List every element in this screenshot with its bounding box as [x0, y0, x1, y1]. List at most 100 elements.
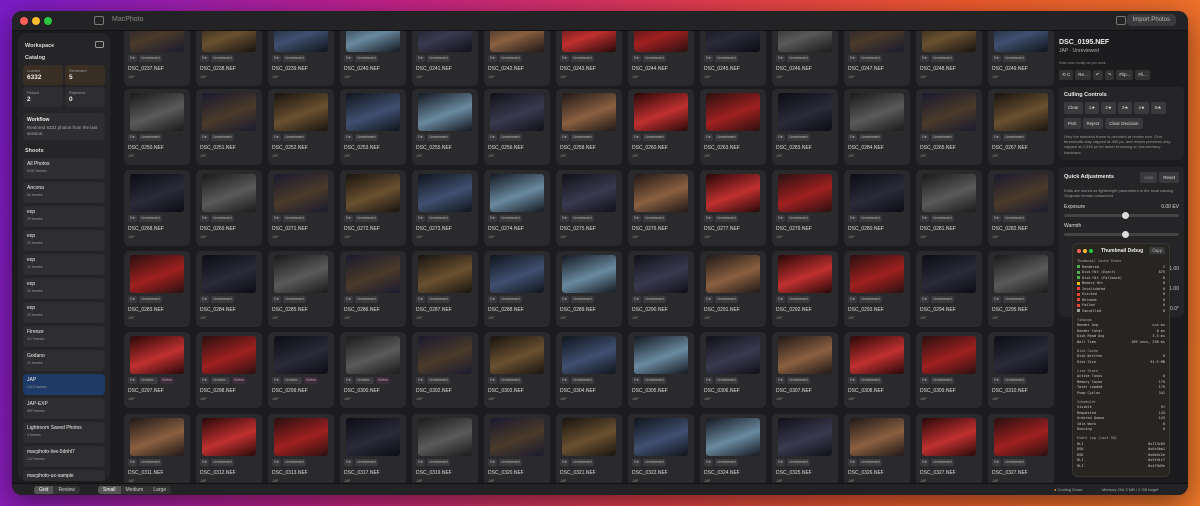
photo-tile[interactable]: 0★ Unreviewed DSC_0255.NEF JAP: [412, 89, 478, 165]
photo-tile[interactable]: 0★ Unreviewed DSC_0322.NEF JAP: [628, 414, 694, 483]
photo-tile[interactable]: 0★ Unreviewed DSC_0311.NEF JAP: [124, 414, 190, 483]
size-small-button[interactable]: Small: [98, 486, 121, 494]
photo-tile[interactable]: 0★ Unreviewed DSC_0309.NEF JAP: [916, 332, 982, 408]
rating-2-button[interactable]: 2★: [1101, 102, 1116, 114]
photo-tile[interactable]: 0★ Unreviewed DSC_0247.NEF JAP: [844, 31, 910, 86]
auto-button[interactable]: Auto: [1139, 171, 1158, 183]
photo-tile[interactable]: 0★ Unreviewed DSC_0293.NEF JAP: [844, 251, 910, 327]
photo-tile[interactable]: 0★ Unreviewed DSC_0281.NEF JAP: [916, 170, 982, 246]
photo-tile[interactable]: 0★ Unreviewed DSC_0313.NEF JAP: [268, 414, 334, 483]
photo-tile[interactable]: 0★ Unreviewed DSC_0283.NEF JAP: [124, 251, 190, 327]
shoot-item[interactable]: JAP-EXP 390 frames: [23, 398, 105, 420]
redo-button[interactable]: ↷: [1104, 70, 1115, 80]
photo-tile[interactable]: 0★ Unreviewed DSC_0242.NEF JAP: [484, 31, 550, 86]
exposure-slider-knob[interactable]: [1121, 212, 1129, 220]
photo-tile[interactable]: 0★ Unreviewed DSC_0245.NEF JAP: [700, 31, 766, 86]
photo-tile[interactable]: 0★ Unreviewed DSC_0285.NEF JAP: [268, 251, 334, 327]
debug-zoom-button[interactable]: [1089, 248, 1093, 253]
shoot-item[interactable]: exp 12 frames: [23, 254, 105, 276]
size-medium-button[interactable]: Medium: [121, 486, 149, 494]
photo-tile[interactable]: 0★ Unreviewed DSC_0325.NEF JAP: [772, 414, 838, 483]
shoot-item[interactable]: Lightroom Saved Photos 4 frames: [23, 422, 105, 444]
photo-tile[interactable]: 0★ Unreviewed DSC_0260.NEF JAP: [628, 89, 694, 165]
photo-tile[interactable]: 0★ Unreviewed DSC_0237.NEF JAP: [124, 31, 190, 86]
photo-tile[interactable]: 0★ Unreviewed DSC_0289.NEF JAP: [556, 251, 622, 327]
photo-tile[interactable]: 0★ Unreviewed DSC_0253.NEF JAP: [340, 89, 406, 165]
photo-tile[interactable]: 0★ Unreviewed DSC_0290.NEF JAP: [628, 251, 694, 327]
photo-tile[interactable]: 0★ Unreviewed DSC_0272.NEF JAP: [340, 170, 406, 246]
photo-tile[interactable]: 0★ Unreviewed DSC_0324.NEF JAP: [700, 414, 766, 483]
photo-tile[interactable]: 0★ Unreviewed DSC_0320.NEF JAP: [484, 414, 550, 483]
photo-tile[interactable]: 0★ Unreviewed DSC_0240.NEF JAP: [340, 31, 406, 86]
photo-tile[interactable]: 0★ Unreviewed DSC_0286.NEF JAP: [340, 251, 406, 327]
zoom-window-button[interactable]: [44, 17, 52, 25]
copy-button[interactable]: Copy: [1149, 247, 1165, 254]
photo-tile[interactable]: 0★ Unreviewed DSC_0265.NEF JAP: [916, 89, 982, 165]
photo-tile[interactable]: 0★ Unreviewed DSC_0284.NEF JAP: [196, 251, 262, 327]
close-window-button[interactable]: [20, 17, 28, 25]
photo-tile[interactable]: 0★ Unreviewed DSC_0294.NEF JAP: [916, 251, 982, 327]
photo-tile[interactable]: 0★ Unreviewed DSC_0292.NEF JAP: [772, 251, 838, 327]
photo-tile[interactable]: 0★ Unrevie... Edited DSC_0297.NEF JAP: [124, 332, 190, 408]
photo-tile[interactable]: 0★ Unreviewed DSC_0251.NEF JAP: [196, 89, 262, 165]
pick-button[interactable]: Pick: [1064, 118, 1081, 129]
photo-tile[interactable]: 0★ Unreviewed DSC_0307.NEF JAP: [772, 332, 838, 408]
photo-tile[interactable]: 0★ Unreviewed DSC_0276.NEF JAP: [628, 170, 694, 246]
rating-3-button[interactable]: 3★: [1117, 102, 1133, 114]
exposure-slider[interactable]: [1064, 212, 1179, 220]
clear-decision-button[interactable]: Clear Decision: [1105, 118, 1143, 129]
shoot-item[interactable]: macphoto-live-5dnhl7 122 frames: [23, 446, 105, 468]
photo-tile[interactable]: 0★ Unrevie... Edited DSC_0300.NEF JAP: [340, 332, 406, 408]
photo-tile[interactable]: 0★ Unreviewed DSC_0319.NEF JAP: [412, 414, 478, 483]
photo-tile[interactable]: 0★ Unreviewed DSC_0291.NEF JAP: [700, 251, 766, 327]
flip-vertical-button[interactable]: Fli...: [1135, 70, 1150, 80]
photo-tile[interactable]: 0★ Unreviewed DSC_0326.NEF JAP: [844, 414, 910, 483]
photo-tile[interactable]: 0★ Unrevie... Edited DSC_0298.NEF JAP: [196, 332, 262, 408]
photo-tile[interactable]: 0★ Unreviewed DSC_0317.NEF JAP: [340, 414, 406, 483]
reject-button[interactable]: Reject: [1082, 118, 1104, 129]
photo-tile[interactable]: 0★ Unreviewed DSC_0308.NEF JAP: [844, 332, 910, 408]
photo-tile[interactable]: 0★ Unreviewed DSC_0250.NEF JAP: [124, 89, 190, 165]
photo-tile[interactable]: 0★ Unreviewed DSC_0248.NEF JAP: [916, 31, 982, 86]
photo-tile[interactable]: 0★ Unreviewed DSC_0279.NEF JAP: [772, 170, 838, 246]
photo-tile[interactable]: 0★ Unreviewed DSC_0327.NEF JAP: [916, 414, 982, 483]
photo-tile[interactable]: 0★ Unreviewed DSC_0241.NEF JAP: [412, 31, 478, 86]
debug-close-button[interactable]: [1077, 248, 1081, 253]
photo-tile[interactable]: 0★ Unreviewed DSC_0239.NEF JAP: [268, 31, 334, 86]
photo-tile[interactable]: 0★ Unreviewed DSC_0252.NEF JAP: [268, 89, 334, 165]
photo-tile[interactable]: 0★ Unreviewed DSC_0258.NEF JAP: [556, 89, 622, 165]
shoot-item[interactable]: Ancona 54 frames: [23, 182, 105, 204]
photo-tile[interactable]: 0★ Unreviewed DSC_0327.NEF JAP: [988, 414, 1054, 483]
sidebar-collapse-icon[interactable]: [95, 41, 104, 48]
photo-tile[interactable]: 0★ Unreviewed DSC_0305.NEF JAP: [628, 332, 694, 408]
photo-tile[interactable]: 0★ Unreviewed DSC_0304.NEF JAP: [556, 332, 622, 408]
photo-tile[interactable]: 0★ Unrevie... Edited DSC_0299.NEF JAP: [268, 332, 334, 408]
rating-5-button[interactable]: 5★: [1150, 102, 1166, 114]
photo-tile[interactable]: 0★ Unreviewed DSC_0244.NEF JAP: [628, 31, 694, 86]
photo-tile[interactable]: 0★ Unreviewed DSC_0303.NEF JAP: [484, 332, 550, 408]
photo-tile[interactable]: 0★ Unreviewed DSC_0271.NEF JAP: [268, 170, 334, 246]
shoot-item[interactable]: All Photos 6332 frames: [23, 158, 105, 180]
photo-tile[interactable]: 0★ Unreviewed DSC_0310.NEF JAP: [988, 332, 1054, 408]
photo-tile[interactable]: 0★ Unreviewed DSC_0302.NEF JAP: [412, 332, 478, 408]
rotate-button[interactable]: Re...: [1075, 70, 1091, 80]
flip-horizontal-button[interactable]: Flip...: [1116, 70, 1134, 80]
shoot-item[interactable]: macphoto-ux-sample4 frames: [23, 470, 105, 481]
import-photos-button[interactable]: Import Photos: [1126, 14, 1176, 26]
rating-1-button[interactable]: 1★: [1084, 102, 1100, 114]
shoot-item[interactable]: Godano 21 frames: [23, 350, 105, 372]
photo-tile[interactable]: 0★ Unreviewed DSC_0267.NEF JAP: [988, 89, 1054, 165]
undo-button[interactable]: ↶: [1092, 70, 1103, 80]
photo-tile[interactable]: 0★ Unreviewed DSC_0275.NEF JAP: [556, 170, 622, 246]
warmth-slider[interactable]: [1064, 231, 1179, 239]
photo-tile[interactable]: 0★ Unreviewed DSC_0306.NEF JAP: [700, 332, 766, 408]
photo-tile[interactable]: 0★ Unreviewed DSC_0269.NEF JAP: [196, 170, 262, 246]
shoot-item[interactable]: exp 23 frames: [23, 302, 105, 324]
reset-button[interactable]: Reset: [1159, 171, 1179, 183]
photo-tile[interactable]: 0★ Unreviewed DSC_0283.NEF JAP: [772, 89, 838, 165]
debug-minimize-button[interactable]: [1083, 248, 1087, 253]
photo-tile[interactable]: 0★ Unreviewed DSC_0246.NEF JAP: [772, 31, 838, 86]
shoot-item[interactable]: JAP 1013 frames: [23, 374, 105, 396]
shoot-item[interactable]: exp 22 frames: [23, 230, 105, 252]
photo-tile[interactable]: 0★ Unreviewed DSC_0295.NEF JAP: [988, 251, 1054, 327]
